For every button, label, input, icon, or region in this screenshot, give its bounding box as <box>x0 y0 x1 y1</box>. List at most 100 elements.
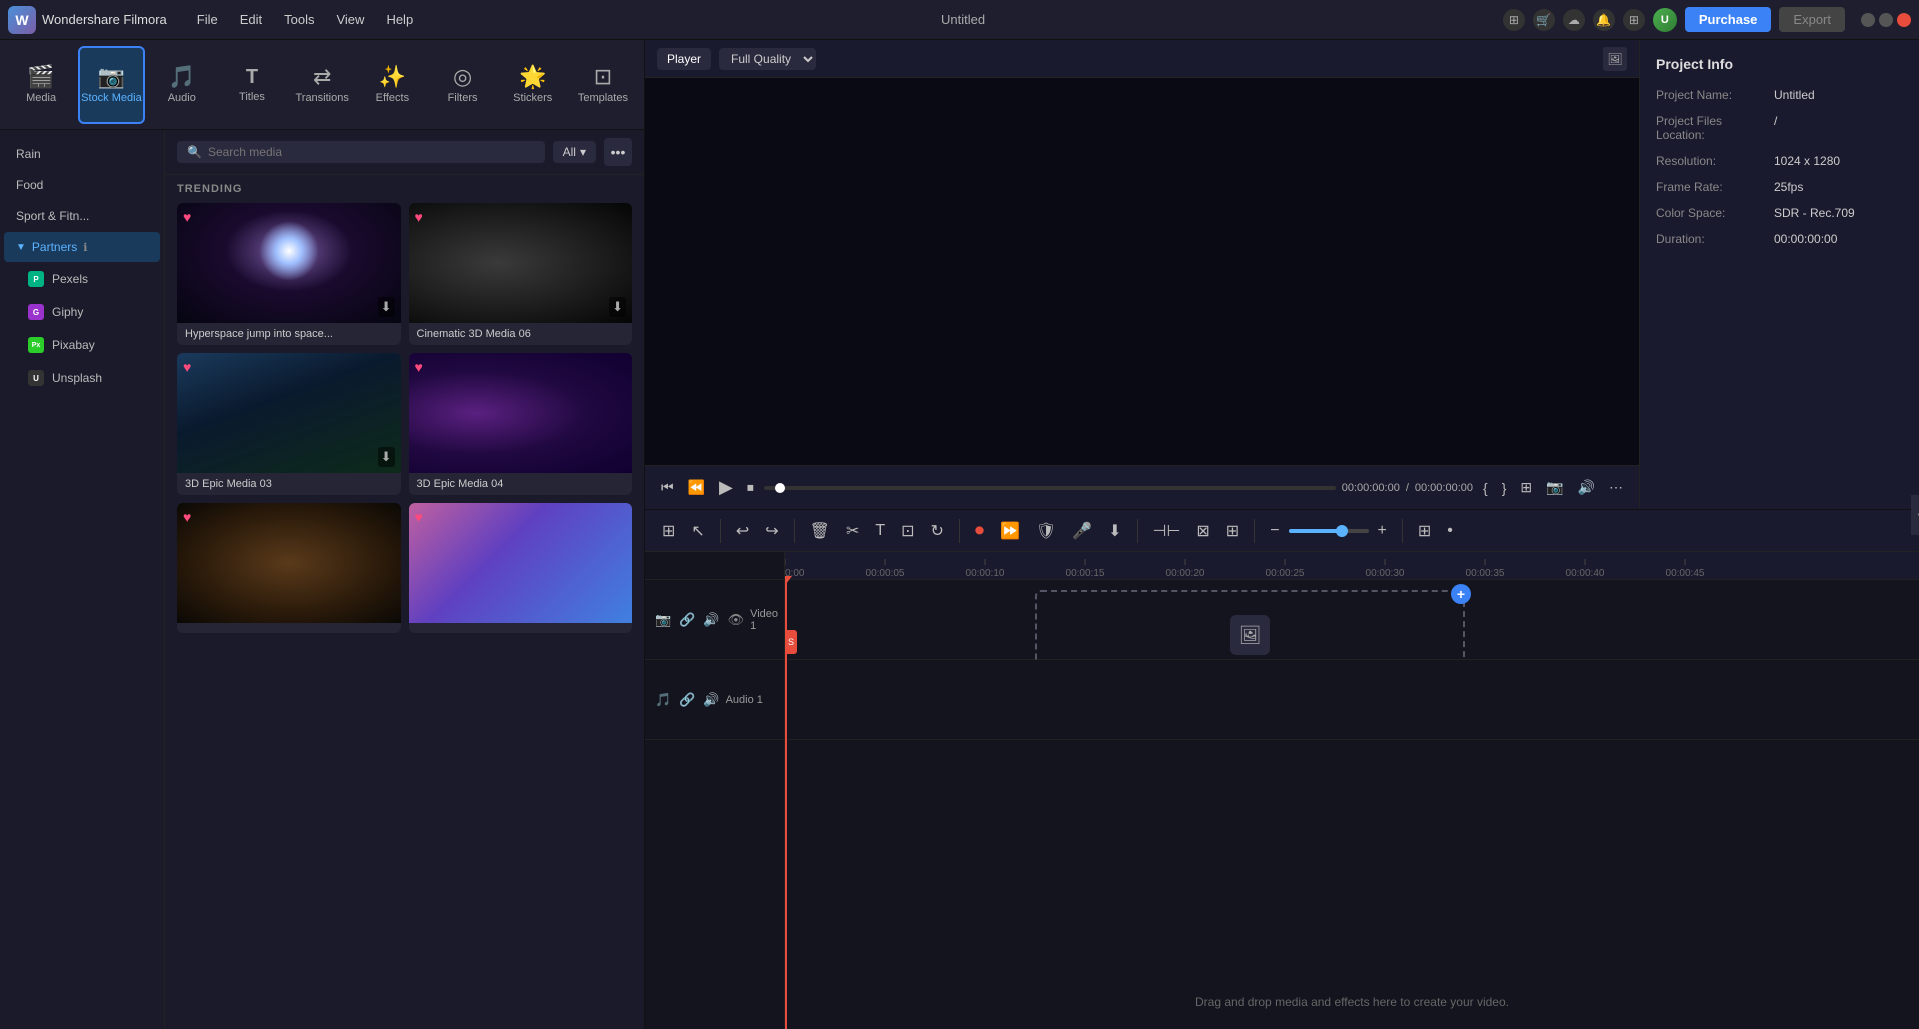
media-card-2[interactable]: ♥ ⬇ 3D Epic Media 03 <box>177 353 401 495</box>
transitions-icon: ⇄ <box>313 66 331 88</box>
minimize-button[interactable]: ─ <box>1861 13 1875 27</box>
tl-cut-btn[interactable]: ✂ <box>841 518 864 544</box>
nav-giphy[interactable]: G Giphy <box>4 296 160 328</box>
tl-layout-btn[interactable]: ⊞ <box>1413 518 1436 544</box>
toolbar-stickers[interactable]: 🌟 Stickers <box>500 46 566 124</box>
maximize-button[interactable]: □ <box>1879 13 1893 27</box>
clip-to-timeline-btn[interactable]: ⊞ <box>1516 477 1536 498</box>
track-camera-btn[interactable]: 📷 <box>653 610 673 630</box>
nav-rain[interactable]: Rain <box>4 139 160 169</box>
toolbar-transitions[interactable]: ⇄ Transitions <box>289 46 355 124</box>
snapshot-btn[interactable]: 📷 <box>1542 477 1567 498</box>
fav-icon-2[interactable]: ♥ <box>183 359 191 375</box>
tl-freeze-btn[interactable]: 🛡 <box>1031 518 1061 544</box>
fav-icon-3[interactable]: ♥ <box>415 359 423 375</box>
toolbar-audio[interactable]: 🎵 Audio <box>149 46 215 124</box>
tl-play-reverse-btn[interactable]: ⏩ <box>995 518 1025 544</box>
grid-icon[interactable]: ⊞ <box>1623 9 1645 31</box>
fav-icon-1[interactable]: ♥ <box>415 209 423 225</box>
toolbar-effects[interactable]: ✨ Effects <box>359 46 425 124</box>
tl-split-btn[interactable]: ⊣⊢ <box>1148 518 1186 544</box>
info-label-location: Project Files Location: <box>1656 114 1766 142</box>
export-button[interactable]: Export <box>1779 7 1845 32</box>
tl-select-btn[interactable]: ↖ <box>686 518 709 544</box>
timeline-ruler: 00:00:00 00:00:05 00:00:10 00:00:15 00:0… <box>785 552 1919 580</box>
tl-snap-btn[interactable]: ⊞ <box>657 518 680 544</box>
tl-more-btn[interactable]: • <box>1442 519 1458 543</box>
tl-text-btn[interactable]: T <box>870 519 890 543</box>
menu-help[interactable]: Help <box>376 8 423 31</box>
purchase-button[interactable]: Purchase <box>1685 7 1772 32</box>
media-card-4[interactable]: ♥ <box>177 503 401 633</box>
preview-screenshot-btn[interactable]: 🖼 <box>1603 47 1627 71</box>
nav-pexels[interactable]: P Pexels <box>4 263 160 295</box>
mark-in-button[interactable]: { <box>1479 478 1492 498</box>
tl-export-frame-btn[interactable]: ⬇ <box>1103 518 1126 544</box>
toolbar-filters[interactable]: ◎ Filters <box>429 46 495 124</box>
tl-mic-btn[interactable]: 🎤 <box>1067 518 1097 544</box>
zoom-out-btn[interactable]: − <box>1265 519 1284 543</box>
playhead[interactable] <box>785 580 787 1029</box>
tl-overlay-btn[interactable]: ⊞ <box>1221 518 1244 544</box>
store-icon[interactable]: 🛒 <box>1533 9 1555 31</box>
media-card-1[interactable]: ♥ ⬇ Cinematic 3D Media 06 <box>409 203 633 345</box>
nav-pixabay[interactable]: Px Pixabay <box>4 329 160 361</box>
more-options-button[interactable]: ••• <box>604 138 632 166</box>
quality-select[interactable]: Full Quality 1/2 Quality 1/4 Quality <box>719 48 816 70</box>
toolbar-media[interactable]: 🎬 Media <box>8 46 74 124</box>
layout-icon[interactable]: ⊞ <box>1503 9 1525 31</box>
more-controls-btn[interactable]: ⋯ <box>1605 477 1627 498</box>
cloud-icon[interactable]: ☁ <box>1563 9 1585 31</box>
menu-file[interactable]: File <box>187 8 228 31</box>
media-card-5[interactable]: ♥ <box>409 503 633 633</box>
menu-view[interactable]: View <box>326 8 374 31</box>
menu-tools[interactable]: Tools <box>274 8 324 31</box>
nav-food[interactable]: Food <box>4 170 160 200</box>
nav-partners[interactable]: ▼ Partners ℹ <box>4 232 160 262</box>
track-link-btn[interactable]: 🔗 <box>677 610 697 630</box>
track-audio-btn[interactable]: 🔊 <box>701 610 721 630</box>
zoom-slider[interactable] <box>1289 529 1369 533</box>
tl-crop-btn[interactable]: ⊡ <box>896 518 919 544</box>
info-value-colorspace: SDR - Rec.709 <box>1774 206 1855 220</box>
tl-undo-btn[interactable]: ↩ <box>731 518 754 544</box>
tl-record-btn[interactable]: ⏺ <box>970 517 989 544</box>
play-button[interactable]: ▶ <box>715 475 737 500</box>
step-back-button[interactable]: ⏪ <box>684 477 709 498</box>
media-card-3[interactable]: ♥ 3D Epic Media 04 <box>409 353 633 495</box>
track-mic-btn[interactable]: 🎵 <box>653 690 673 710</box>
zoom-in-btn[interactable]: + <box>1373 519 1392 543</box>
progress-bar[interactable] <box>764 486 1336 490</box>
tl-transition-btn[interactable]: ⊠ <box>1191 518 1214 544</box>
tl-redo-btn[interactable]: ↪ <box>760 518 783 544</box>
download-icon-0[interactable]: ⬇ <box>378 297 395 317</box>
nav-sport[interactable]: Sport & Fitn... <box>4 201 160 231</box>
search-input[interactable] <box>208 145 535 159</box>
nav-unsplash[interactable]: U Unsplash <box>4 362 160 394</box>
mark-out-button[interactable]: } <box>1498 478 1511 498</box>
tl-delete-btn[interactable]: 🗑 <box>805 518 835 544</box>
close-button[interactable]: ✕ <box>1897 13 1911 27</box>
track-eye-btn[interactable]: 👁 <box>726 610 747 630</box>
user-avatar[interactable]: U <box>1653 8 1677 32</box>
toolbar-stock-media[interactable]: 📷 Stock Media <box>78 46 145 124</box>
filter-button[interactable]: All ▾ <box>553 141 596 163</box>
download-icon-1[interactable]: ⬇ <box>609 297 626 317</box>
media-card-0[interactable]: ♥ ⬇ Hyperspace jump into space... <box>177 203 401 345</box>
player-tab[interactable]: Player <box>657 48 711 70</box>
toolbar-templates[interactable]: ⊡ Templates <box>570 46 636 124</box>
bell-icon[interactable]: 🔔 <box>1593 9 1615 31</box>
menu-edit[interactable]: Edit <box>230 8 272 31</box>
track-vol-btn[interactable]: 🔊 <box>701 690 721 710</box>
stop-button[interactable]: ⏹ <box>743 477 758 498</box>
fav-icon-5[interactable]: ♥ <box>415 509 423 525</box>
fav-icon-0[interactable]: ♥ <box>183 209 191 225</box>
fav-icon-4[interactable]: ♥ <box>183 509 191 525</box>
track-link2-btn[interactable]: 🔗 <box>677 690 697 710</box>
skip-back-button[interactable]: ⏮ <box>657 477 678 498</box>
download-icon-2[interactable]: ⬇ <box>378 447 395 467</box>
audio-btn[interactable]: 🔊 <box>1574 477 1599 498</box>
toolbar-titles[interactable]: T Titles <box>219 46 285 124</box>
tl-rotate-btn[interactable]: ↻ <box>926 518 949 544</box>
progress-thumb[interactable] <box>775 483 785 493</box>
